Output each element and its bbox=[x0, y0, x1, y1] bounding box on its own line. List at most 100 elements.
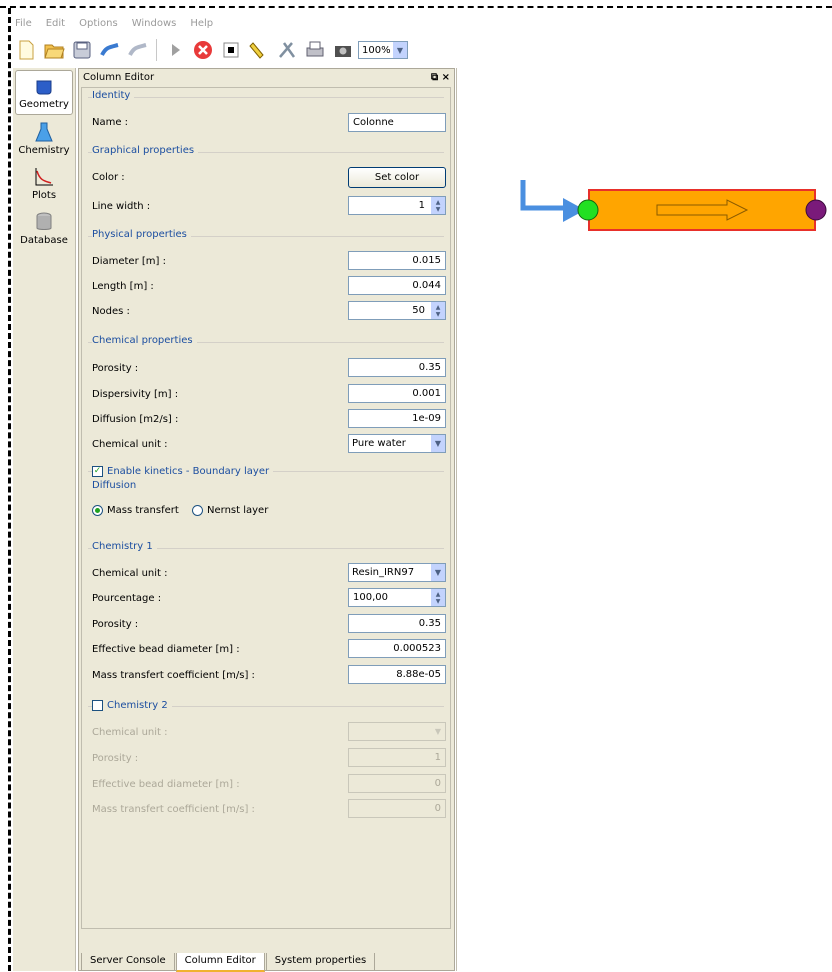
chevron-down-icon[interactable]: ▼ bbox=[393, 42, 407, 58]
beaker-icon bbox=[36, 80, 52, 95]
line-width-label: Line width : bbox=[92, 201, 151, 212]
outlet-node[interactable] bbox=[805, 199, 827, 221]
spin-arrows-icon[interactable]: ▲ ▼ bbox=[431, 589, 445, 606]
diffusion-field[interactable]: 1e-09 bbox=[348, 409, 446, 428]
color-label: Color : bbox=[92, 172, 125, 183]
toolbar-separator bbox=[156, 39, 157, 61]
play-icon[interactable] bbox=[162, 37, 188, 63]
line-width-stepper[interactable]: 1 ▲ ▼ bbox=[348, 196, 446, 215]
radio-selected-icon[interactable] bbox=[92, 505, 103, 516]
sidebar-item-label: Plots bbox=[31, 190, 57, 201]
chem1-unit-value: Resin_IRN97 bbox=[352, 567, 415, 578]
sidebar-item-label: Geometry bbox=[19, 99, 69, 110]
bead-diameter-field[interactable]: 0.000523 bbox=[348, 639, 446, 658]
checkbox-unchecked-icon[interactable] bbox=[92, 700, 103, 711]
porosity-field[interactable]: 0.35 bbox=[348, 358, 446, 377]
chemical-unit-select[interactable]: Pure water ▼ bbox=[348, 434, 446, 453]
chem2-unit-select[interactable]: ▼ bbox=[348, 722, 446, 741]
mass-transfert-radio[interactable]: Mass transfert bbox=[92, 505, 179, 516]
name-label: Name : bbox=[92, 117, 129, 128]
tab-system-properties[interactable]: System properties bbox=[265, 953, 376, 971]
tools-icon[interactable] bbox=[274, 37, 300, 63]
nodes-value: 50 bbox=[412, 305, 425, 316]
menu-windows[interactable]: Windows bbox=[130, 18, 179, 29]
chevron-down-icon[interactable]: ▼ bbox=[431, 435, 445, 452]
chevron-down-icon[interactable]: ▼ bbox=[431, 723, 445, 740]
editor-window-controls[interactable]: ⧉ × bbox=[431, 72, 450, 83]
sidebar-item-label: Database bbox=[20, 235, 68, 246]
name-field[interactable]: Colonne bbox=[348, 113, 446, 132]
length-field[interactable]: 0.044 bbox=[348, 276, 446, 295]
toolbar: 100% ▼ bbox=[13, 33, 832, 67]
database-icon bbox=[36, 212, 52, 230]
sidebar-item-geometry[interactable]: Geometry bbox=[15, 70, 73, 115]
chem1-porosity-field[interactable]: 0.35 bbox=[348, 614, 446, 633]
spin-arrows-icon[interactable]: ▲ ▼ bbox=[431, 302, 445, 319]
column-body[interactable] bbox=[588, 189, 816, 231]
camera-icon[interactable] bbox=[330, 37, 356, 63]
chemistry2-checkbox[interactable]: Chemistry 2 bbox=[92, 700, 172, 711]
diameter-field[interactable]: 0.015 bbox=[348, 251, 446, 270]
chem1-porosity-label: Porosity : bbox=[92, 619, 139, 630]
inlet-node[interactable] bbox=[577, 199, 599, 221]
chem2-bead-field[interactable]: 0 bbox=[348, 774, 446, 793]
zoom-select[interactable]: 100% ▼ bbox=[358, 41, 408, 59]
enable-kinetics-label: Enable kinetics - Boundary layer bbox=[107, 466, 270, 477]
inlet-arrow bbox=[520, 180, 569, 211]
new-file-icon[interactable] bbox=[13, 37, 39, 63]
frame-top-border bbox=[0, 6, 832, 8]
sidebar: Geometry Chemistry Plots Database bbox=[13, 68, 76, 971]
chemistry2-label: Chemistry 2 bbox=[107, 700, 168, 711]
erase-icon[interactable] bbox=[125, 37, 151, 63]
physical-header: Physical properties bbox=[92, 229, 191, 240]
tab-column-editor[interactable]: Column Editor bbox=[175, 953, 265, 972]
chem2-porosity-label: Porosity : bbox=[92, 753, 139, 764]
nernst-layer-radio[interactable]: Nernst layer bbox=[192, 505, 268, 516]
tab-server-console[interactable]: Server Console bbox=[81, 953, 175, 971]
chemical-unit-value: Pure water bbox=[352, 438, 406, 449]
pourcentage-stepper[interactable]: 100,00 ▲ ▼ bbox=[348, 588, 446, 607]
sidebar-item-database[interactable]: Database bbox=[15, 207, 73, 250]
menu-options[interactable]: Options bbox=[77, 18, 120, 29]
menu-file[interactable]: File bbox=[13, 18, 34, 29]
open-folder-icon[interactable] bbox=[41, 37, 67, 63]
diffusion-label: Diffusion [m2/s] : bbox=[92, 414, 179, 425]
menu-help[interactable]: Help bbox=[188, 18, 215, 29]
column-diagram[interactable] bbox=[457, 68, 832, 268]
radio-unselected-icon[interactable] bbox=[192, 505, 203, 516]
spin-arrows-icon[interactable]: ▲ ▼ bbox=[431, 197, 445, 214]
diagram-canvas[interactable] bbox=[456, 68, 832, 971]
dispersivity-label: Dispersivity [m] : bbox=[92, 389, 179, 400]
flask-icon bbox=[35, 122, 53, 142]
set-color-button[interactable]: Set color bbox=[348, 167, 446, 188]
dispersivity-field[interactable]: 0.001 bbox=[348, 384, 446, 403]
identity-header: Identity bbox=[92, 90, 135, 101]
sidebar-item-plots[interactable]: Plots bbox=[15, 162, 73, 205]
length-label: Length [m] : bbox=[92, 281, 154, 292]
pourcentage-value: 100,00 bbox=[353, 592, 388, 603]
save-icon[interactable] bbox=[69, 37, 95, 63]
chemistry1-header: Chemistry 1 bbox=[92, 541, 157, 552]
square-icon[interactable] bbox=[218, 37, 244, 63]
sidebar-item-label: Chemistry bbox=[18, 145, 70, 156]
print-icon[interactable] bbox=[302, 37, 328, 63]
chem2-unit-label: Chemical unit : bbox=[92, 727, 168, 738]
chevron-down-icon[interactable]: ▼ bbox=[431, 564, 445, 581]
column-editor: Column Editor ⧉ × Identity Name : Colonn… bbox=[78, 68, 455, 972]
sidebar-item-chemistry[interactable]: Chemistry bbox=[15, 117, 73, 160]
chem2-mass-label: Mass transfert coefficient [m/s] : bbox=[92, 804, 255, 815]
edit-icon[interactable] bbox=[97, 37, 123, 63]
chem1-unit-select[interactable]: Resin_IRN97 ▼ bbox=[348, 563, 446, 582]
porosity-label: Porosity : bbox=[92, 363, 139, 374]
check-icon[interactable]: ✓ bbox=[92, 466, 103, 477]
nodes-stepper[interactable]: 50 ▲ ▼ bbox=[348, 301, 446, 320]
chem2-porosity-field[interactable]: 1 bbox=[348, 748, 446, 767]
stop-icon[interactable] bbox=[190, 37, 216, 63]
nernst-layer-label: Nernst layer bbox=[207, 505, 269, 516]
mass-transfert-coef-field[interactable]: 8.88e-05 bbox=[348, 665, 446, 684]
chem2-mass-field[interactable]: 0 bbox=[348, 799, 446, 818]
pencil-icon[interactable] bbox=[246, 37, 272, 63]
enable-kinetics-checkbox[interactable]: ✓ Enable kinetics - Boundary layer bbox=[92, 466, 274, 477]
group-divider bbox=[88, 97, 444, 98]
menu-edit[interactable]: Edit bbox=[44, 18, 67, 29]
